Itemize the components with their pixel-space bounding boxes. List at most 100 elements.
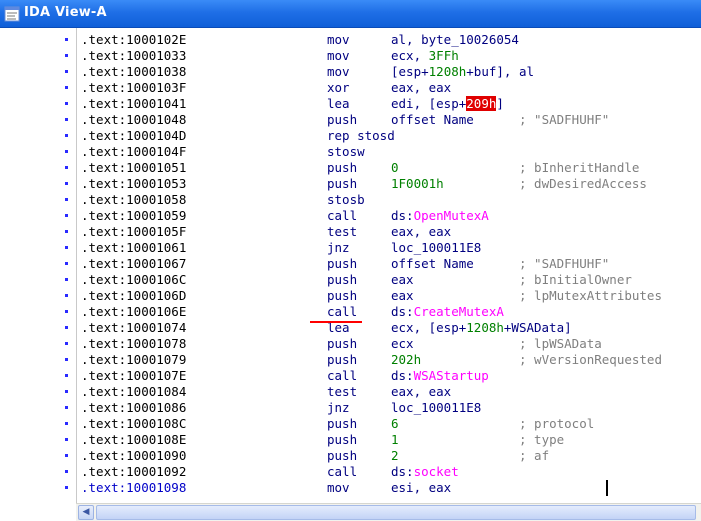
operand-text: edi, [esp+ xyxy=(391,96,467,111)
title-bar[interactable]: IDA View-A xyxy=(0,0,701,28)
instruction-mnemonic: xor xyxy=(327,80,350,95)
listing-line[interactable]: .text:1000104D rep stosd xyxy=(77,128,701,144)
line-marker xyxy=(0,432,76,448)
line-dot xyxy=(65,86,68,89)
line-address: .text:10001074 xyxy=(81,320,187,335)
operand-text: eax, eax xyxy=(391,224,452,239)
listing-line[interactable]: .text:10001078 push ecx ; lpWSAData xyxy=(77,336,701,352)
scroll-left-arrow-icon[interactable]: ◀ xyxy=(78,505,94,520)
listing-line[interactable]: .text:10001048 push offset Name ; "SADFHUHF… xyxy=(77,112,701,128)
import-symbol[interactable]: WSAStartup xyxy=(414,368,489,383)
instruction-mnemonic: push xyxy=(327,160,358,175)
listing-line[interactable]: .text:10001067 push offset Name ; "SADFHUHF… xyxy=(77,256,701,272)
instruction-operands: [esp+1208h+buf], al xyxy=(391,64,534,80)
listing-line[interactable]: .text:10001059 call ds:OpenMutexA xyxy=(77,208,701,224)
listing-line[interactable]: .text:10001092 call ds:socket xyxy=(77,464,701,480)
listing-line[interactable]: .text:10001086 jnz loc_100011E8 xyxy=(77,400,701,416)
listing-line[interactable]: .text:1000102E mov al, byte_10026054 xyxy=(77,32,701,48)
instruction-operands: ds:CreateMutexA xyxy=(391,304,504,320)
instruction-mnemonic: test xyxy=(327,384,358,399)
instruction-mnemonic: push xyxy=(327,112,358,127)
line-marker xyxy=(0,144,76,160)
instruction-mnemonic: rep stosd xyxy=(327,128,395,143)
disassembly-listing[interactable]: .text:1000102E mov al, byte_10026054 .text:… xyxy=(76,28,701,503)
import-symbol[interactable]: OpenMutexA xyxy=(414,208,489,223)
instruction-operands: eax xyxy=(391,272,414,288)
instruction-operands: 1 xyxy=(391,432,399,448)
listing-line[interactable]: .text:1000106D push eax ; lpMutexAttributes xyxy=(77,288,701,304)
listing-line[interactable]: .text:10001058 stosb xyxy=(77,192,701,208)
line-marker xyxy=(0,160,76,176)
line-address: .text:1000108E xyxy=(81,432,187,447)
red-underline-annotation xyxy=(310,321,362,323)
listing-line[interactable]: .text:10001038 mov [esp+1208h+buf], al xyxy=(77,64,701,80)
ida-view-icon xyxy=(4,6,20,22)
line-dot xyxy=(65,262,68,265)
window-title: IDA View-A xyxy=(24,5,107,20)
arrow-gutter xyxy=(0,28,76,521)
line-address: .text:1000104D xyxy=(81,128,187,143)
instruction-mnemonic: test xyxy=(327,224,358,239)
instruction-operands: ecx, [esp+1208h+WSAData] xyxy=(391,320,572,336)
listing-line[interactable]: .text:10001090 push 2 ; af xyxy=(77,448,701,464)
numeric-operand: 1 xyxy=(391,432,399,447)
import-symbol[interactable]: CreateMutexA xyxy=(414,304,504,319)
line-address: .text:1000105F xyxy=(81,224,187,239)
line-dot xyxy=(65,54,68,57)
instruction-operands: ecx xyxy=(391,336,414,352)
line-address: .text:10001051 xyxy=(81,160,187,175)
listing-line[interactable]: .text:1000106E call ds:CreateMutexA xyxy=(77,304,701,320)
instruction-operands: 0 xyxy=(391,160,399,176)
instruction-operands: 6 xyxy=(391,416,399,432)
instruction-mnemonic: jnz xyxy=(327,400,350,415)
listing-line[interactable]: .text:10001074 lea ecx, [esp+1208h+WSAData… xyxy=(77,320,701,336)
instruction-operands: 202h xyxy=(391,352,421,368)
listing-line[interactable]: .text:10001084 test eax, eax xyxy=(77,384,701,400)
operand-text: ecx, xyxy=(391,48,429,63)
listing-line[interactable]: .text:10001033 mov ecx, 3FFh xyxy=(77,48,701,64)
instruction-mnemonic: push xyxy=(327,352,358,367)
instruction-operands: esi, eax xyxy=(391,480,451,496)
line-marker xyxy=(0,352,76,368)
line-address: .text:1000106C xyxy=(81,272,187,287)
listing-line[interactable]: .text:1000103F xor eax, eax xyxy=(77,80,701,96)
listing-line[interactable]: .text:10001051 push 0 ; bInheritHandle xyxy=(77,160,701,176)
line-dot xyxy=(65,118,68,121)
operand-text: eax, eax xyxy=(391,384,452,399)
import-symbol[interactable]: socket xyxy=(414,464,459,479)
horizontal-scrollbar[interactable]: ◀ xyxy=(76,503,701,521)
listing-line[interactable]: .text:1000108E push 1 ; type xyxy=(77,432,701,448)
listing-line[interactable]: .text:1000106C push eax ; bInitialOwner xyxy=(77,272,701,288)
listing-line[interactable]: .text:10001061 jnz loc_100011E8 xyxy=(77,240,701,256)
line-address: .text:10001058 xyxy=(81,192,187,207)
line-dot xyxy=(65,406,68,409)
listing-line[interactable]: .text:1000107E call ds:WSAStartup xyxy=(77,368,701,384)
line-marker xyxy=(0,448,76,464)
instruction-operands: eax xyxy=(391,288,414,304)
listing-line[interactable]: .text:10001079 push 202h ; wVersionRequeste… xyxy=(77,352,701,368)
listing-line[interactable]: .text:1000108C push 6 ; protocol xyxy=(77,416,701,432)
line-comment: ; protocol xyxy=(519,416,595,431)
instruction-operands: loc_100011E8 xyxy=(391,240,481,256)
scrollbar-thumb[interactable] xyxy=(96,505,696,520)
operand-text: esi, eax xyxy=(391,480,452,495)
listing-line[interactable]: .text:1000105F test eax, eax xyxy=(77,224,701,240)
operand-text: ] xyxy=(496,96,504,111)
instruction-mnemonic: mov xyxy=(327,48,350,63)
listing-line[interactable]: .text:10001053 push 1F0001h ; dwDesiredAcce… xyxy=(77,176,701,192)
listing-line[interactable]: .text:1000104F stosw xyxy=(77,144,701,160)
line-comment: ; dwDesiredAccess xyxy=(519,176,647,191)
operand-text: ecx, [esp+ xyxy=(391,320,467,335)
line-dot xyxy=(65,102,68,105)
listing-line[interactable]: .text:10001041 lea edi, [esp+209h] xyxy=(77,96,701,112)
line-marker xyxy=(0,80,76,96)
line-dot xyxy=(65,294,68,297)
line-marker xyxy=(0,336,76,352)
line-marker xyxy=(0,48,76,64)
line-address: .text:10001041 xyxy=(81,96,187,111)
operand-text: al, byte_10026054 xyxy=(391,32,519,47)
numeric-operand: 1208h xyxy=(466,320,504,335)
instruction-mnemonic: push xyxy=(327,432,358,447)
operand-text: offset Name xyxy=(391,256,474,271)
line-comment: ; wVersionRequested xyxy=(519,352,662,367)
